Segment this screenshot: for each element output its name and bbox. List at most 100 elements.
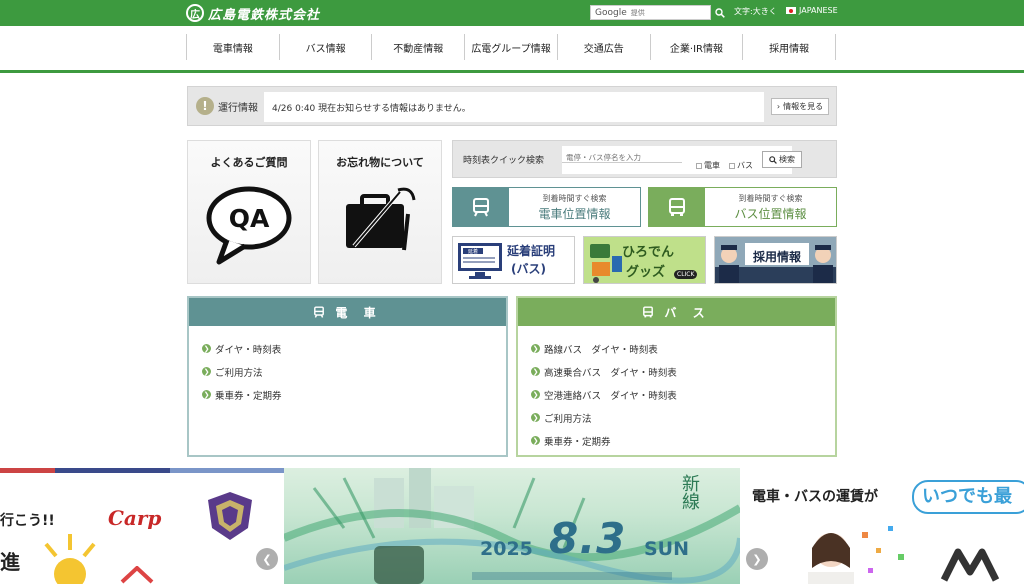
recruit-banner[interactable]: 採用情報 xyxy=(714,236,837,284)
search-button[interactable] xyxy=(713,5,727,20)
bus-location-button[interactable]: 到着時間すぐ検索 バス位置情報 xyxy=(648,187,837,227)
text-size-toggle[interactable]: 文字:大きく xyxy=(734,6,777,17)
timetable-label: 時刻表クイック検索 xyxy=(463,156,545,166)
timetable-search: 時刻表クイック検索 電車 バス 検索 xyxy=(452,140,837,178)
site-logo[interactable]: 広 広島電鉄株式会社 xyxy=(186,3,320,23)
bus-service-title: バ ス xyxy=(664,305,711,320)
train-service-header: 電 車 xyxy=(189,298,506,326)
logo-mark-icon: 広 xyxy=(186,4,204,22)
recruit-label: 採用情報 xyxy=(752,250,801,264)
train-icon xyxy=(314,306,325,318)
person-photo-icon xyxy=(808,533,854,584)
search-icon xyxy=(769,155,777,164)
delay-line1: 延着証明 xyxy=(507,244,556,258)
slideshow: 行こう!! 進 Carp 2025 8.3 SUN 新線 電車・バスの運賃が い… xyxy=(0,468,1024,584)
train-service-links: ❯ ダイヤ・時刻表 ❯ ご利用方法 ❯ 乗車券・定期券 xyxy=(189,326,506,406)
goods-illustration-icon xyxy=(590,244,622,283)
bus-checkbox[interactable]: バス xyxy=(729,160,753,171)
bus-link-howto[interactable]: ❯ ご利用方法 xyxy=(531,406,835,429)
bus-location-sub: 到着時間すぐ検索 xyxy=(738,193,803,203)
bus-location-text: 到着時間すぐ検索 バス位置情報 xyxy=(705,188,836,226)
qa-icon-text: QA xyxy=(229,204,270,233)
slide2-script: 新線 xyxy=(679,474,700,510)
bag-umbrella-icon xyxy=(346,187,416,251)
slide-new-line[interactable]: 2025 8.3 SUN 新線 xyxy=(284,468,740,584)
timetable-search-button[interactable]: 検索 xyxy=(762,151,802,168)
bus-link-tickets[interactable]: ❯ 乗車券・定期券 xyxy=(531,429,835,452)
bus-link-label: 路線バス ダイヤ・時刻表 xyxy=(544,344,658,356)
train-checkbox[interactable]: 電車 xyxy=(696,160,720,171)
train-link-timetable[interactable]: ❯ ダイヤ・時刻表 xyxy=(202,337,506,360)
slide2-date: 8.3 xyxy=(549,514,627,563)
operation-info-bar: ! 運行情報 4/26 0:40 現在お知らせする情報はありません。 › 情報を… xyxy=(187,86,837,126)
train-location-sub: 到着時間すぐ検索 xyxy=(542,193,607,203)
slide-fare[interactable]: 電車・バスの運賃が いつでも最 xyxy=(740,468,1024,584)
slide3-text2: いつでも最 xyxy=(912,480,1024,514)
train-link-label: 乗車券・定期券 xyxy=(215,390,282,402)
arrow-right-icon: ❯ xyxy=(531,344,540,353)
arrow-right-icon: ❯ xyxy=(202,367,211,376)
nav-item-train[interactable]: 電車情報 xyxy=(186,34,279,60)
nav-item-realestate[interactable]: 不動産情報 xyxy=(371,34,464,60)
confetti-icon xyxy=(862,526,904,573)
train-link-tickets[interactable]: ❯ 乗車券・定期券 xyxy=(202,383,506,406)
search-input[interactable] xyxy=(630,8,691,17)
timetable-form: 電車 バス xyxy=(562,146,792,174)
train-checkbox-label: 電車 xyxy=(704,161,720,170)
train-link-label: ダイヤ・時刻表 xyxy=(215,344,282,356)
nav-item-ir[interactable]: 企業·IR情報 xyxy=(649,34,743,60)
faq-title: よくあるご質問 xyxy=(210,156,288,169)
goods-banner[interactable]: ひろでん グッズ CLICK xyxy=(583,236,706,284)
arrow-right-icon: ❯ xyxy=(531,413,540,422)
bus-service-links: ❯ 路線バス ダイヤ・時刻表 ❯ 高速乗合バス ダイヤ・時刻表 ❯ 空港連絡バス ダイ… xyxy=(518,326,835,452)
language-label: JAPANESE xyxy=(799,6,838,15)
arrow-right-icon: ❯ xyxy=(202,344,211,353)
bus-service-box: バ ス ❯ 路線バス ダイヤ・時刻表 ❯ 高速乗合バス ダイヤ・時刻表 ❯ 空港連絡バ… xyxy=(516,296,837,457)
operation-more-button[interactable]: › 情報を見る xyxy=(771,98,829,115)
japan-flag-icon xyxy=(786,7,796,14)
goods-line1: ひろでん xyxy=(622,245,675,260)
slide2-year: 2025 xyxy=(480,538,533,560)
top-bar: 広 広島電鉄株式会社 Google 文字:大きく JAPANESE xyxy=(0,0,1024,26)
bus-link-highway[interactable]: ❯ 高速乗合バス ダイヤ・時刻表 xyxy=(531,360,835,383)
arrow-right-icon: ❯ xyxy=(531,436,540,445)
site-search[interactable]: Google xyxy=(590,5,711,20)
bus-icon xyxy=(643,306,654,318)
chevron-right-icon: ❯ xyxy=(752,552,762,566)
search-brand: Google xyxy=(595,7,627,18)
nav-item-group[interactable]: 広電グループ情報 xyxy=(464,34,557,60)
train-icon xyxy=(453,188,509,226)
qa-bubble-icon: QA xyxy=(206,186,292,265)
slide3-text1: 電車・バスの運賃が xyxy=(752,489,878,505)
sun-icon xyxy=(44,534,96,584)
slide-next-button[interactable]: ❯ xyxy=(746,548,768,570)
sanfrecce-emblem-icon xyxy=(208,492,252,540)
brand-mark-icon xyxy=(940,548,1000,582)
train-location-main: 電車位置情報 xyxy=(538,206,611,221)
nav-item-recruit[interactable]: 採用情報 xyxy=(742,34,837,60)
nav-item-bus[interactable]: バス情報 xyxy=(278,34,372,60)
stop-name-input[interactable] xyxy=(562,153,682,163)
bus-link-label: ご利用方法 xyxy=(544,413,592,425)
language-link[interactable]: JAPANESE xyxy=(786,6,838,15)
operation-message: 4/26 0:40 現在お知らせする情報はありません。 xyxy=(264,92,764,122)
search-icon xyxy=(715,7,725,18)
slide-carp[interactable]: 行こう!! 進 Carp xyxy=(0,468,284,584)
slide-prev-button[interactable]: ❮ xyxy=(256,548,278,570)
bus-link-label: 乗車券・定期券 xyxy=(544,436,611,448)
faq-card[interactable]: よくあるご質問 QA xyxy=(187,140,311,284)
goods-click-badge: CLICK xyxy=(674,270,698,279)
delay-certificate-banner[interactable]: 延着 延着証明 (バス) xyxy=(452,236,575,284)
train-location-button[interactable]: 到着時間すぐ検索 電車位置情報 xyxy=(452,187,641,227)
timetable-search-label: 検索 xyxy=(779,155,795,164)
slide2-subtitle-strip xyxy=(472,572,672,580)
bus-link-airport[interactable]: ❯ 空港連絡バス ダイヤ・時刻表 xyxy=(531,383,835,406)
nav-item-advertising[interactable]: 交通広告 xyxy=(556,34,650,60)
chevron-right-icon: › xyxy=(776,102,781,111)
train-service-box: 電 車 ❯ ダイヤ・時刻表 ❯ ご利用方法 ❯ 乗車券・定期券 xyxy=(187,296,508,457)
city-illustration-icon xyxy=(284,468,740,584)
bus-link-route[interactable]: ❯ 路線バス ダイヤ・時刻表 xyxy=(531,337,835,360)
train-link-howto[interactable]: ❯ ご利用方法 xyxy=(202,360,506,383)
lost-items-card[interactable]: お忘れ物について xyxy=(318,140,442,284)
checkbox-icon xyxy=(696,162,702,169)
